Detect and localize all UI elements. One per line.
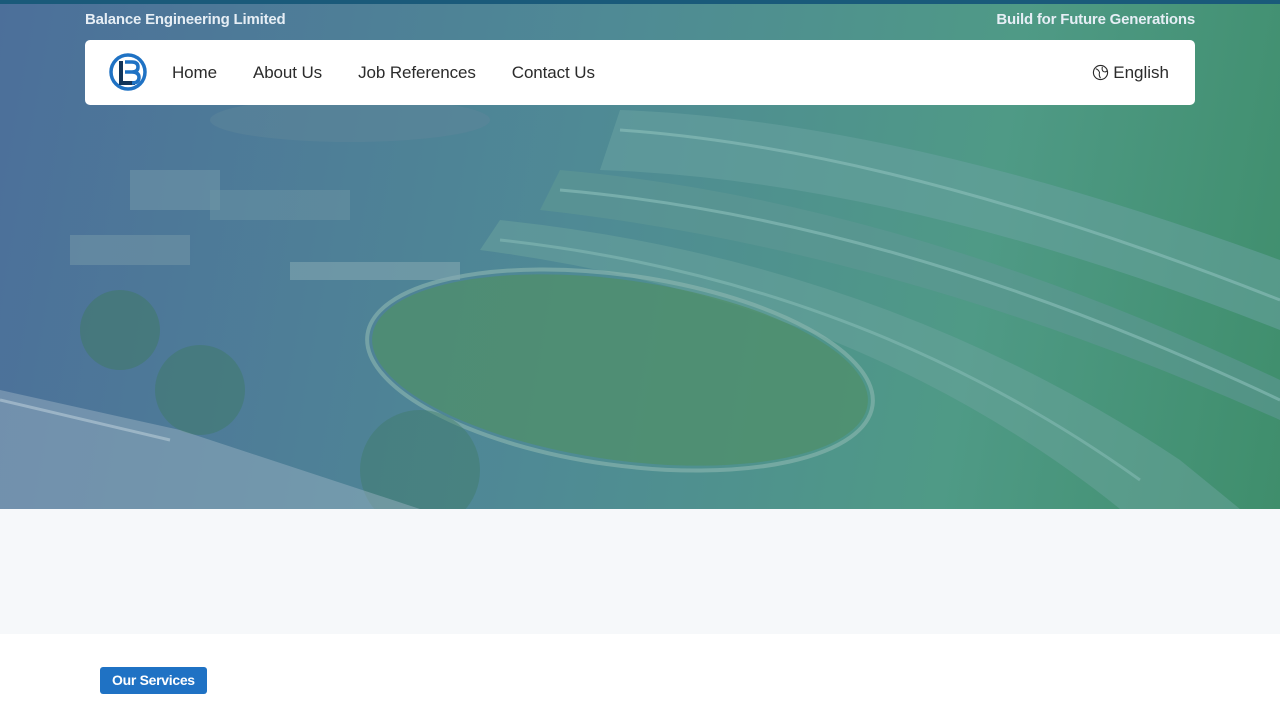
company-slogan: Build for Future Generations [996,11,1195,28]
main-navbar: Home About Us Job References Contact Us … [85,40,1195,105]
nav-link-about-us[interactable]: About Us [253,63,322,83]
nav-link-job-references[interactable]: Job References [358,63,476,83]
globe-icon [1093,64,1109,81]
nav-links: Home About Us Job References Contact Us [172,40,631,105]
top-accent-bar [0,0,1280,4]
our-services-badge: Our Services [100,667,207,694]
nav-link-home[interactable]: Home [172,63,217,83]
language-selector[interactable]: English [1092,40,1169,105]
nav-link-contact-us[interactable]: Contact Us [512,63,595,83]
language-label: English [1113,62,1169,82]
company-name: Balance Engineering Limited [85,11,286,28]
hero-bottom-band [0,509,1280,634]
balance-engineering-logo-icon[interactable] [109,53,147,91]
